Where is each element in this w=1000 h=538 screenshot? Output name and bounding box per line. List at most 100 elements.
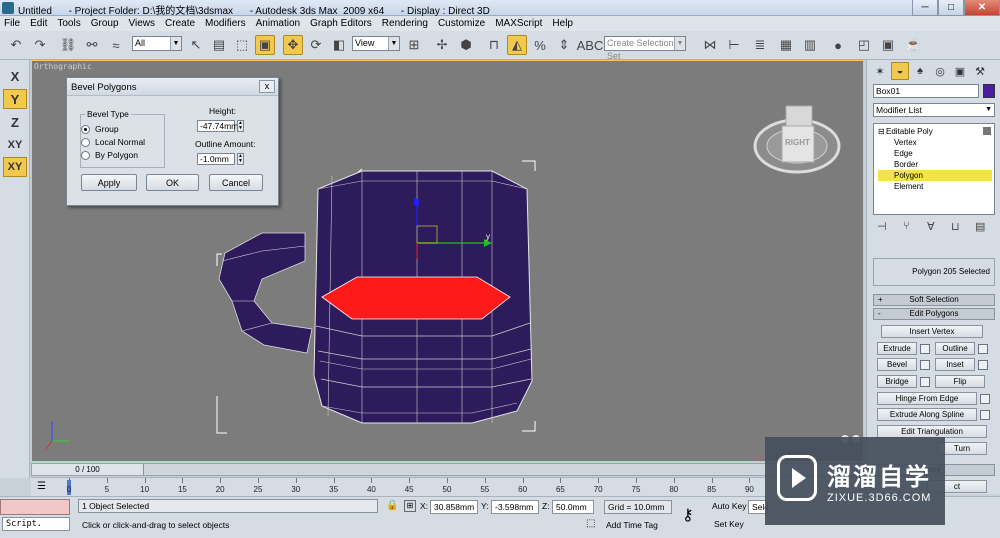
set-key-button[interactable]: Set Key <box>714 519 744 529</box>
menu-group[interactable]: Group <box>91 18 119 29</box>
menu-views[interactable]: Views <box>129 18 156 29</box>
mini-curve-editor-icon[interactable]: ☰ <box>37 481 46 492</box>
ok-button[interactable]: OK <box>146 174 199 191</box>
app-icon[interactable] <box>2 2 14 14</box>
hierarchy-tab-icon[interactable]: ♠ <box>911 62 929 80</box>
rectangular-selection-icon[interactable]: ⬚ <box>232 35 252 55</box>
object-name-field[interactable]: Box01 <box>873 84 979 98</box>
select-and-link-icon[interactable]: ⛓ <box>58 35 78 55</box>
axis-xy-cycle-button[interactable]: XY <box>3 157 27 177</box>
extrude-along-spline-settings-icon[interactable] <box>980 410 990 420</box>
angle-snap-icon[interactable]: ◭ <box>507 35 527 55</box>
radio-by-polygon[interactable] <box>81 151 90 160</box>
axis-z-button[interactable]: Z <box>3 112 27 132</box>
stack-item-element[interactable]: Element <box>878 181 992 192</box>
outline-amount-input[interactable]: -1.0mm <box>197 153 235 165</box>
maxscript-listener-pink[interactable] <box>0 499 70 515</box>
menu-file[interactable]: File <box>4 18 20 29</box>
extrude-button[interactable]: Extrude <box>877 342 917 355</box>
modify-tab-icon[interactable]: ◒ <box>891 62 909 80</box>
undo-icon[interactable]: ↶ <box>6 35 26 55</box>
select-and-rotate-icon[interactable]: ⟳ <box>306 35 326 55</box>
menu-tools[interactable]: Tools <box>57 18 80 29</box>
time-slider[interactable]: 0 / 100 > <box>31 463 864 476</box>
pin-stack-icon[interactable]: ⊣ <box>877 220 887 233</box>
inset-settings-icon[interactable] <box>978 360 988 370</box>
outline-amount-spinner[interactable]: ▲ ▼ <box>237 153 244 165</box>
render-setup-icon[interactable]: ◰ <box>854 35 874 55</box>
dialog-title-bar[interactable]: Bevel Polygons x <box>67 78 278 96</box>
select-and-move-icon[interactable]: ✥ <box>283 35 303 55</box>
lock-selection-icon[interactable]: 🔒 <box>386 500 398 511</box>
mirror-icon[interactable]: ⋈ <box>700 35 720 55</box>
pivot-center-icon[interactable]: ⊞ <box>404 35 424 55</box>
make-unique-icon[interactable]: ∀ <box>927 220 935 233</box>
utilities-tab-icon[interactable]: ⚒ <box>971 62 989 80</box>
menu-create[interactable]: Create <box>165 18 195 29</box>
x-coordinate-field[interactable]: 30.858mm <box>430 500 478 514</box>
bridge-button[interactable]: Bridge <box>877 375 917 388</box>
z-coordinate-field[interactable]: 50.0mm <box>552 500 594 514</box>
layer-manager-icon[interactable]: ≣ <box>750 35 770 55</box>
radio-local-normal[interactable] <box>81 138 90 147</box>
height-input[interactable]: -47.74mm <box>197 120 238 132</box>
select-by-name-icon[interactable]: ▤ <box>209 35 229 55</box>
set-key-mode-icon[interactable]: ⚷ <box>682 505 694 525</box>
stack-item-editable-poly[interactable]: ⊟Editable Poly <box>878 126 992 137</box>
minimize-button[interactable]: ─ <box>912 0 938 16</box>
stack-item-vertex[interactable]: Vertex <box>878 137 992 148</box>
menu-animation[interactable]: Animation <box>256 18 300 29</box>
hinge-settings-icon[interactable] <box>980 394 990 404</box>
object-color-swatch[interactable] <box>983 84 995 98</box>
axis-xy-button[interactable]: XY <box>3 135 27 155</box>
inset-button[interactable]: Inset <box>935 358 975 371</box>
select-object-icon[interactable]: ↖ <box>186 35 206 55</box>
dialog-close-button[interactable]: x <box>259 80 275 93</box>
axis-x-button[interactable]: X <box>3 66 27 86</box>
align-icon[interactable]: ⊢ <box>724 35 744 55</box>
unlink-icon[interactable]: ⚯ <box>82 35 102 55</box>
time-slider-thumb[interactable]: 0 / 100 <box>32 464 144 475</box>
axis-y-button[interactable]: Y <box>3 89 27 109</box>
bevel-settings-icon[interactable] <box>920 360 930 370</box>
maxscript-mini-listener[interactable]: Script. <box>2 517 70 531</box>
menu-maxscript[interactable]: MAXScript <box>495 18 542 29</box>
extrude-settings-icon[interactable] <box>920 344 930 354</box>
menu-help[interactable]: Help <box>552 18 573 29</box>
named-selection-set-input[interactable]: Create Selection Set ▼ <box>604 36 686 61</box>
radio-group[interactable] <box>81 125 90 134</box>
select-and-scale-icon[interactable]: ◧ <box>329 35 349 55</box>
y-coordinate-field[interactable]: -3.598mm <box>491 500 539 514</box>
absolute-mode-icon[interactable]: ⊞ <box>404 500 416 512</box>
rendered-frame-window-icon[interactable]: ▣ <box>878 35 898 55</box>
modifier-list-dropdown[interactable]: Modifier List ▼ <box>873 103 995 117</box>
edit-polygons-rollout[interactable]: - Edit Polygons <box>873 308 995 320</box>
menu-edit[interactable]: Edit <box>30 18 47 29</box>
create-tab-icon[interactable]: ✶ <box>871 62 889 80</box>
maximize-button[interactable]: □ <box>938 0 964 16</box>
bridge-settings-icon[interactable] <box>920 377 930 387</box>
close-button[interactable]: ✕ <box>964 0 1000 16</box>
render-production-icon[interactable]: ☕ <box>904 35 924 55</box>
cancel-button[interactable]: Cancel <box>209 174 263 191</box>
time-tag-icon[interactable]: ⬚ <box>586 518 595 529</box>
stack-item-border[interactable]: Border <box>878 159 992 170</box>
curve-editor-icon[interactable]: ▦ <box>776 35 796 55</box>
menu-customize[interactable]: Customize <box>438 18 485 29</box>
outline-settings-icon[interactable] <box>978 344 988 354</box>
edit-named-selection-icon[interactable]: ABC <box>577 35 604 55</box>
add-time-tag-button[interactable]: Add Time Tag <box>606 520 658 530</box>
window-crossing-icon[interactable]: ▣ <box>255 35 275 55</box>
snaps-toggle-icon[interactable]: ⊓ <box>484 35 504 55</box>
menu-graph-editors[interactable]: Graph Editors <box>310 18 372 29</box>
stack-item-polygon[interactable]: Polygon <box>878 170 992 181</box>
motion-tab-icon[interactable]: ◎ <box>931 62 949 80</box>
menu-modifiers[interactable]: Modifiers <box>205 18 246 29</box>
redo-icon[interactable]: ↷ <box>30 35 50 55</box>
track-bar[interactable]: ☰ 0 5 10 15 20 25 30 35 40 45 50 55 60 65 70 75 80 85 90 <box>31 477 864 497</box>
auto-key-button[interactable]: Auto Key <box>712 501 747 511</box>
percent-snap-icon[interactable]: % <box>530 35 550 55</box>
material-editor-icon[interactable]: ● <box>828 35 848 55</box>
menu-rendering[interactable]: Rendering <box>382 18 428 29</box>
schematic-view-icon[interactable]: ▥ <box>800 35 820 55</box>
